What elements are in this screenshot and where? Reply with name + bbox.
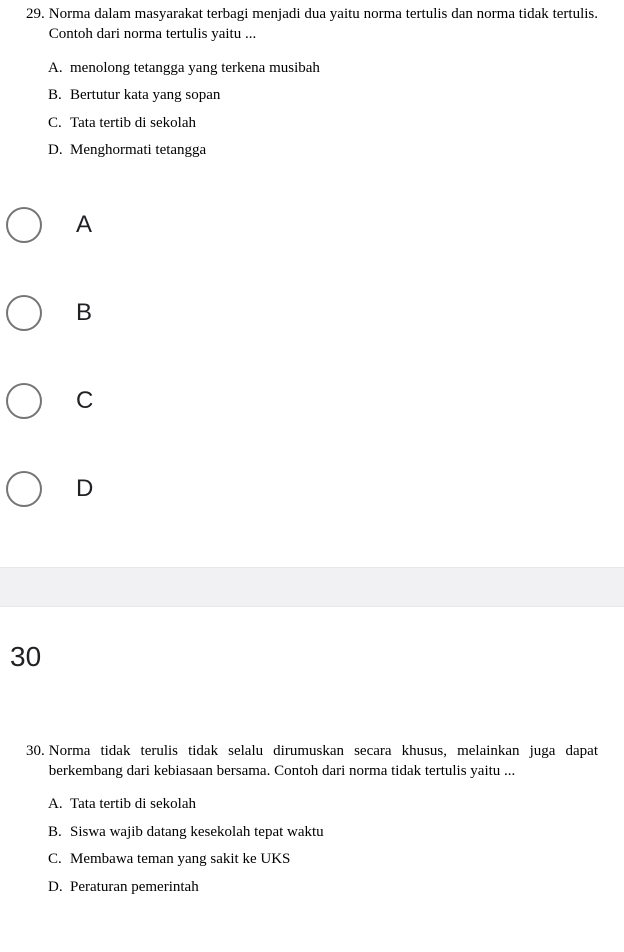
radio-label: B <box>76 299 92 327</box>
option-text: Tata tertib di sekolah <box>70 795 598 815</box>
radio-option-d[interactable]: D <box>2 471 624 507</box>
question-29-header: 29. Norma dalam masyarakat terbagi menja… <box>26 4 598 45</box>
section-divider <box>0 567 624 607</box>
answer-radio-group: A B C D <box>0 189 624 567</box>
question-30-option-d: D. Peraturan pemerintah <box>48 878 598 898</box>
question-30-options: A. Tata tertib di sekolah B. Siswa wajib… <box>26 795 598 897</box>
radio-circle-icon[interactable] <box>6 383 42 419</box>
radio-label: D <box>76 475 93 503</box>
option-text: Membawa teman yang sakit ke UKS <box>70 850 598 870</box>
option-letter: B. <box>48 823 70 843</box>
question-30-header: 30. Norma tidak terulis tidak selalu dir… <box>26 741 598 782</box>
option-text: menolong tetangga yang terkena musibah <box>70 59 598 79</box>
option-letter: C. <box>48 850 70 870</box>
option-letter: D. <box>48 141 70 161</box>
radio-label: A <box>76 211 92 239</box>
option-letter: B. <box>48 86 70 106</box>
question-29-text: Norma dalam masyarakat terbagi menjadi d… <box>45 4 598 45</box>
question-29-option-d: D. Menghormati tetangga <box>48 141 598 161</box>
radio-circle-icon[interactable] <box>6 295 42 331</box>
option-letter: C. <box>48 114 70 134</box>
question-30-number: 30. <box>26 741 45 782</box>
radio-option-b[interactable]: B <box>2 295 624 331</box>
question-30-text: Norma tidak terulis tidak selalu dirumus… <box>45 741 598 782</box>
question-29-option-b: B. Bertutur kata yang sopan <box>48 86 598 106</box>
question-29-option-a: A. menolong tetangga yang terkena musiba… <box>48 59 598 79</box>
question-29-option-c: C. Tata tertib di sekolah <box>48 114 598 134</box>
radio-circle-icon[interactable] <box>6 471 42 507</box>
option-text: Peraturan pemerintah <box>70 878 598 898</box>
option-letter: D. <box>48 878 70 898</box>
question-30: 30. Norma tidak terulis tidak selalu dir… <box>0 713 624 898</box>
option-text: Tata tertib di sekolah <box>70 114 598 134</box>
question-29-number: 29. <box>26 4 45 45</box>
radio-option-c[interactable]: C <box>2 383 624 419</box>
question-30-option-a: A. Tata tertib di sekolah <box>48 795 598 815</box>
option-text: Siswa wajib datang kesekolah tepat waktu <box>70 823 598 843</box>
radio-label: C <box>76 387 93 415</box>
question-29: 29. Norma dalam masyarakat terbagi menja… <box>0 0 624 189</box>
option-letter: A. <box>48 59 70 79</box>
option-text: Bertutur kata yang sopan <box>70 86 598 106</box>
question-30-option-c: C. Membawa teman yang sakit ke UKS <box>48 850 598 870</box>
question-30-option-b: B. Siswa wajib datang kesekolah tepat wa… <box>48 823 598 843</box>
option-text: Menghormati tetangga <box>70 141 598 161</box>
question-29-options: A. menolong tetangga yang terkena musiba… <box>26 59 598 161</box>
option-letter: A. <box>48 795 70 815</box>
radio-option-a[interactable]: A <box>2 207 624 243</box>
page: 29. Norma dalam masyarakat terbagi menja… <box>0 0 624 897</box>
radio-circle-icon[interactable] <box>6 207 42 243</box>
section-number-30: 30 <box>0 607 624 713</box>
